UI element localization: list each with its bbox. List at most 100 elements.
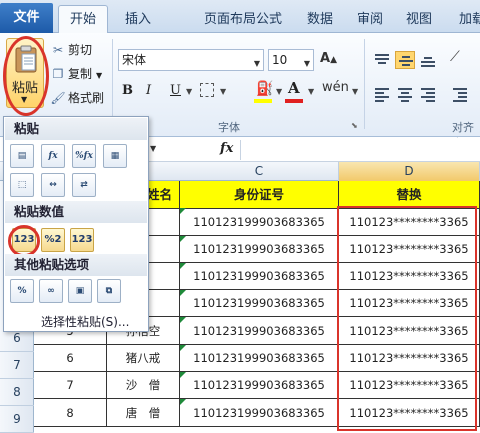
id-cell[interactable]: 110123199903683365 xyxy=(180,263,339,290)
id-cell[interactable]: 110123199903683365 xyxy=(180,290,339,317)
chevron-down-icon[interactable]: ▼ xyxy=(276,87,282,96)
paste-formulas-number-format-icon[interactable]: %fx xyxy=(72,144,96,168)
copy-button[interactable]: ❐ 复制 ▼ xyxy=(50,64,103,84)
values-highlight-circle xyxy=(8,225,40,257)
error-indicator-icon xyxy=(180,372,186,378)
tab-home[interactable]: 开始 xyxy=(58,5,108,34)
font-name-combo[interactable]: 宋体 ▼ xyxy=(118,49,264,71)
orientation-icon[interactable]: ⟋ xyxy=(450,49,460,65)
paste-transpose-icon[interactable]: ⇄ xyxy=(72,173,96,197)
paste-keep-source-format-icon[interactable]: ▦ xyxy=(103,144,127,168)
id-cell[interactable]: 110123199903683365 xyxy=(180,236,339,263)
chevron-down-icon[interactable]: ▼ xyxy=(186,87,192,96)
name-cell[interactable]: 唐 僧 xyxy=(107,399,180,427)
align-middle-icon[interactable] xyxy=(395,51,415,69)
error-indicator-icon xyxy=(180,345,186,351)
tab-insert[interactable]: 插入 xyxy=(116,6,160,33)
brush-icon: 🖌 xyxy=(50,91,66,105)
row-header[interactable]: 8 xyxy=(0,379,34,406)
group-separator xyxy=(364,39,365,129)
font-color-swatch xyxy=(285,99,303,103)
paste-formulas-icon[interactable]: fx xyxy=(41,144,65,168)
id-cell[interactable]: 110123199903683365 xyxy=(180,399,339,427)
align-left-icon[interactable] xyxy=(372,85,392,103)
chevron-down-icon[interactable]: ▼ xyxy=(304,54,310,74)
font-color-button[interactable]: A xyxy=(288,79,300,97)
error-indicator-icon xyxy=(180,317,186,323)
paste-no-borders-icon[interactable]: ⬚ xyxy=(10,173,34,197)
copy-label: 复制 xyxy=(68,67,93,81)
insert-function-button[interactable]: fx xyxy=(220,141,233,156)
cut-label: 剪切 xyxy=(68,43,93,57)
chevron-down-icon[interactable]: ▼ xyxy=(352,87,358,96)
align-right-icon[interactable] xyxy=(418,85,438,103)
header-id-cell[interactable]: 身份证号 xyxy=(180,181,339,209)
format-painter-label: 格式刷 xyxy=(68,91,105,105)
font-size-combo[interactable]: 10 ▼ xyxy=(268,49,314,71)
align-top-icon[interactable] xyxy=(372,51,392,69)
row-number-cell[interactable]: 7 xyxy=(34,372,107,399)
row-header[interactable]: 9 xyxy=(0,406,34,433)
align-center-icon[interactable] xyxy=(395,85,415,103)
format-painter-button[interactable]: 🖌 格式刷 xyxy=(50,88,104,108)
row-number-cell[interactable]: 8 xyxy=(34,399,107,427)
fill-bucket-icon[interactable]: ⛽ xyxy=(256,81,273,97)
chevron-down-icon[interactable]: ▼ xyxy=(96,71,102,80)
row-header[interactable]: 7 xyxy=(0,352,34,379)
menu-section-other: 其他粘贴选项 xyxy=(5,254,147,276)
id-cell[interactable]: 110123199903683365 xyxy=(180,208,339,236)
error-indicator-icon xyxy=(180,399,186,405)
header-replace-cell[interactable]: 替换 xyxy=(339,181,480,209)
borders-icon[interactable] xyxy=(200,83,214,97)
chevron-down-icon[interactable]: ▼ xyxy=(220,87,226,96)
decrease-indent-icon[interactable] xyxy=(450,85,470,103)
underline-button[interactable]: U xyxy=(170,83,181,98)
paste-values-source-format-icon[interactable]: 123 xyxy=(70,228,94,252)
chevron-down-icon[interactable]: ▼ xyxy=(254,54,260,74)
paste-keep-column-width-icon[interactable]: ↔ xyxy=(41,173,65,197)
paste-values-number-format-icon[interactable]: %2 xyxy=(41,228,65,252)
bold-button[interactable]: B xyxy=(122,83,133,98)
chevron-down-icon[interactable]: ▼ xyxy=(150,144,156,153)
id-cell[interactable]: 110123199903683365 xyxy=(180,345,339,372)
chevron-down-icon[interactable]: ▼ xyxy=(308,87,314,96)
paste-picture-icon[interactable]: ▣ xyxy=(68,279,92,303)
paste-linked-picture-icon[interactable]: ⧉ xyxy=(97,279,121,303)
paste-icon[interactable]: ▤ xyxy=(10,144,34,168)
tab-addins[interactable]: 加载 xyxy=(452,6,480,33)
ribbon-tab-bar: 文件 开始 插入 页面布局 公式 数据 审阅 视图 加载 xyxy=(0,0,480,34)
error-indicator-icon xyxy=(180,208,186,214)
font-name-value: 宋体 xyxy=(122,53,147,67)
tab-data[interactable]: 数据 xyxy=(300,6,340,33)
error-indicator-icon xyxy=(180,290,186,296)
formula-input[interactable] xyxy=(240,140,480,160)
error-indicator-icon xyxy=(180,236,186,242)
scissors-icon: ✂ xyxy=(52,43,64,57)
grow-font-button[interactable]: A▲ xyxy=(320,51,337,66)
name-cell[interactable]: 沙 僧 xyxy=(107,372,180,399)
name-cell[interactable]: 猪八戒 xyxy=(107,345,180,372)
dialog-launcher-icon[interactable]: ⬊ xyxy=(351,121,358,130)
row-number-cell[interactable]: 6 xyxy=(34,345,107,372)
error-indicator-icon xyxy=(180,263,186,269)
paste-formatting-icon[interactable]: % xyxy=(10,279,34,303)
font-size-value: 10 xyxy=(272,53,288,67)
phonetic-button[interactable]: wén xyxy=(322,80,349,95)
id-cell[interactable]: 110123199903683365 xyxy=(180,317,339,345)
column-header-d[interactable]: D xyxy=(339,162,480,181)
tab-formulas[interactable]: 公式 xyxy=(250,6,288,33)
paste-link-icon[interactable]: ∞ xyxy=(39,279,63,303)
align-bottom-icon[interactable] xyxy=(418,51,438,69)
tab-file[interactable]: 文件 xyxy=(0,3,53,33)
menu-section-paste-values: 粘贴数值 xyxy=(5,201,147,223)
tab-view[interactable]: 视图 xyxy=(400,6,438,33)
column-header-c[interactable]: C xyxy=(180,162,339,181)
paste-highlight-circle xyxy=(3,36,49,116)
copy-icon: ❐ xyxy=(52,67,64,81)
tab-review[interactable]: 审阅 xyxy=(350,6,390,33)
font-group-label: 字体 xyxy=(218,121,240,134)
id-cell[interactable]: 110123199903683365 xyxy=(180,372,339,399)
italic-button[interactable]: I xyxy=(146,83,151,98)
selective-paste-menu-item[interactable]: 选择性粘贴(S)... xyxy=(41,313,129,330)
cut-button[interactable]: ✂ 剪切 xyxy=(50,40,92,60)
